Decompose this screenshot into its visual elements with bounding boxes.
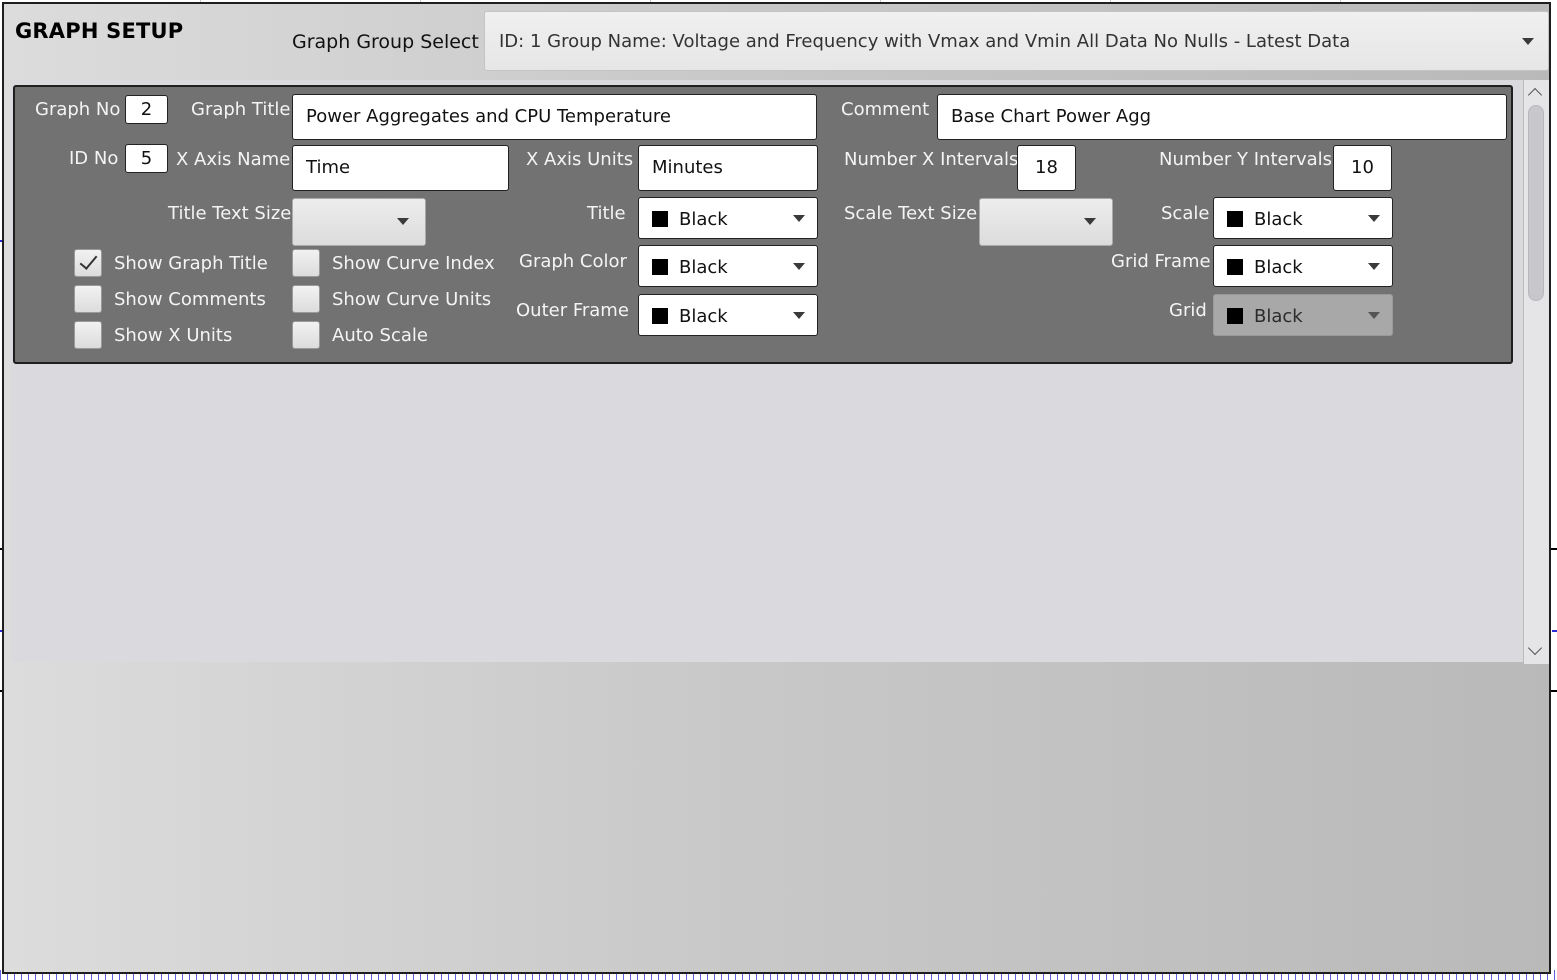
- chevron-down-icon: [793, 215, 805, 222]
- chevron-down-icon: [397, 218, 409, 225]
- title-text-size-label: Title Text Size: [168, 203, 292, 224]
- backdrop-tick: [1551, 690, 1557, 692]
- show-graph-title-label: Show Graph Title: [114, 252, 268, 274]
- chevron-down-icon: [1368, 263, 1380, 270]
- number-x-intervals-label: Number X Intervals: [844, 149, 1019, 170]
- chevron-down-icon: [793, 312, 805, 319]
- chevron-down-icon: [793, 263, 805, 270]
- id-no-label: ID No: [69, 148, 119, 169]
- scale-color-select[interactable]: Black: [1213, 197, 1393, 239]
- graph-group-select[interactable]: ID: 1 Group Name: Voltage and Frequency …: [484, 11, 1549, 71]
- scale-color-label: Scale: [1161, 203, 1210, 224]
- checkbox-box[interactable]: [292, 285, 320, 313]
- graph-color-value: Black: [679, 257, 728, 278]
- color-swatch: [1227, 211, 1243, 227]
- graph-group-select-value: ID: 1 Group Name: Voltage and Frequency …: [499, 31, 1351, 52]
- dialog-header: GRAPH SETUP Graph Group Select ID: 1 Gro…: [4, 4, 1549, 79]
- show-curve-index-label: Show Curve Index: [332, 252, 495, 274]
- scroll-down-icon[interactable]: [1527, 640, 1543, 656]
- show-curve-units-label: Show Curve Units: [332, 288, 492, 310]
- checkbox-box[interactable]: [74, 249, 102, 277]
- color-swatch: [652, 308, 668, 324]
- color-swatch: [652, 259, 668, 275]
- dialog-title: GRAPH SETUP: [15, 19, 184, 43]
- number-x-intervals-field[interactable]: 18: [1017, 145, 1076, 191]
- graph-group-select-label: Graph Group Select: [292, 31, 479, 53]
- chevron-down-icon: [1368, 312, 1380, 319]
- scale-text-size-select[interactable]: [979, 198, 1113, 246]
- auto-scale-label: Auto Scale: [332, 324, 428, 346]
- graph-no-label: Graph No: [35, 99, 121, 120]
- graph-color-label: Graph Color: [519, 251, 627, 272]
- graph-setup-dialog: GRAPH SETUP Graph Group Select ID: 1 Gro…: [2, 2, 1551, 974]
- graph-title-label: Graph Title: [191, 99, 291, 120]
- checkbox-box[interactable]: [292, 321, 320, 349]
- grid-color-value: Black: [1254, 306, 1303, 327]
- backdrop-series-tick: [1552, 630, 1557, 632]
- checkmark-icon: [79, 251, 98, 270]
- checkbox-box[interactable]: [292, 249, 320, 277]
- outer-frame-label: Outer Frame: [516, 300, 629, 321]
- graph-color-select[interactable]: Black: [638, 245, 818, 287]
- backdrop-tick: [1551, 548, 1557, 550]
- chevron-down-icon: [1084, 218, 1096, 225]
- grid-frame-color-value: Black: [1254, 257, 1303, 278]
- grid-frame-label: Grid Frame: [1111, 251, 1211, 272]
- color-swatch: [1227, 259, 1243, 275]
- color-swatch: [1227, 308, 1243, 324]
- chevron-down-icon: [1522, 38, 1534, 45]
- title-color-value: Black: [679, 209, 728, 230]
- outer-frame-color-value: Black: [679, 306, 728, 327]
- checkbox-box[interactable]: [74, 285, 102, 313]
- scroll-up-icon[interactable]: [1527, 87, 1543, 103]
- scale-text-size-label: Scale Text Size: [844, 203, 978, 224]
- graph-settings-panel: Graph No 2 Graph Title Power Aggregates …: [13, 85, 1513, 364]
- vertical-scrollbar[interactable]: [1524, 80, 1549, 664]
- x-axis-name-label: X Axis Name: [176, 149, 291, 170]
- color-swatch: [652, 211, 668, 227]
- show-x-units-label: Show X Units: [114, 324, 233, 346]
- grid-color-select: Black: [1213, 294, 1393, 336]
- outer-frame-color-select[interactable]: Black: [638, 294, 818, 336]
- title-text-size-select[interactable]: [292, 198, 426, 246]
- chevron-down-icon: [1368, 215, 1380, 222]
- show-curve-index-checkbox[interactable]: Show Curve Index: [292, 249, 495, 277]
- graph-title-field[interactable]: Power Aggregates and CPU Temperature: [292, 94, 817, 140]
- comment-label: Comment: [841, 99, 930, 120]
- x-axis-units-label: X Axis Units: [526, 149, 634, 170]
- id-no-field[interactable]: 5: [125, 144, 168, 173]
- show-curve-units-checkbox[interactable]: Show Curve Units: [292, 285, 491, 313]
- show-comments-checkbox[interactable]: Show Comments: [74, 285, 266, 313]
- x-axis-name-field[interactable]: Time: [292, 145, 509, 191]
- auto-scale-checkbox[interactable]: Auto Scale: [292, 321, 428, 349]
- show-comments-label: Show Comments: [114, 288, 266, 310]
- x-axis-units-field[interactable]: Minutes: [638, 145, 818, 191]
- scale-color-value: Black: [1254, 209, 1303, 230]
- show-graph-title-checkbox[interactable]: Show Graph Title: [74, 249, 268, 277]
- grid-color-label: Grid: [1169, 300, 1207, 321]
- title-color-label: Title: [587, 203, 626, 224]
- comment-field[interactable]: Base Chart Power Agg: [937, 94, 1507, 140]
- graph-no-field[interactable]: 2: [125, 95, 168, 124]
- grid-frame-color-select[interactable]: Black: [1213, 245, 1393, 287]
- number-y-intervals-label: Number Y Intervals: [1159, 149, 1333, 170]
- checkbox-box[interactable]: [74, 321, 102, 349]
- show-x-units-checkbox[interactable]: Show X Units: [74, 321, 232, 349]
- title-color-select[interactable]: Black: [638, 197, 818, 239]
- scrollbar-thumb[interactable]: [1528, 105, 1544, 301]
- number-y-intervals-field[interactable]: 10: [1333, 145, 1392, 191]
